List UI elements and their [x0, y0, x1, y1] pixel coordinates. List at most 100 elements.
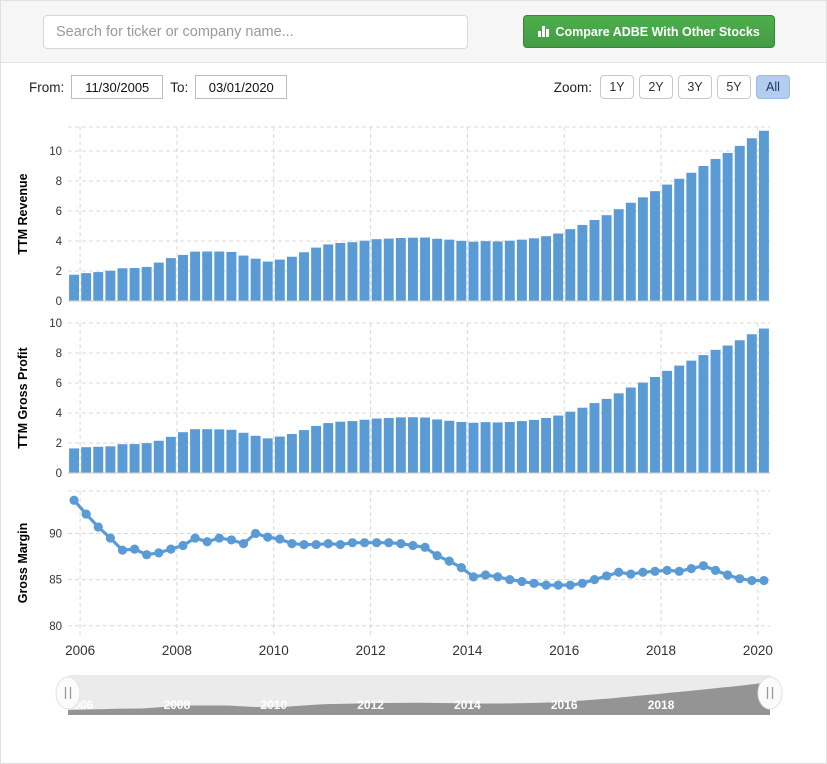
bar[interactable] — [516, 239, 527, 301]
bar[interactable] — [93, 446, 104, 473]
bar[interactable] — [758, 130, 769, 301]
bar[interactable] — [190, 429, 201, 473]
bar[interactable] — [69, 274, 80, 301]
bar[interactable] — [407, 237, 418, 301]
zoom-button-3y[interactable]: 3Y — [678, 75, 712, 99]
data-point[interactable] — [178, 540, 188, 551]
bar[interactable] — [238, 255, 249, 301]
bar[interactable] — [625, 387, 636, 474]
bar[interactable] — [214, 429, 225, 473]
bar[interactable] — [165, 258, 176, 301]
data-point[interactable] — [468, 572, 479, 582]
bar[interactable] — [746, 334, 757, 473]
bar[interactable] — [335, 421, 346, 473]
from-date-input[interactable] — [71, 75, 164, 99]
data-point[interactable] — [323, 539, 333, 549]
bar[interactable] — [274, 436, 285, 473]
bar[interactable] — [613, 209, 624, 301]
bar[interactable] — [165, 436, 176, 473]
bar[interactable] — [504, 240, 515, 301]
bar[interactable] — [710, 349, 721, 473]
data-point[interactable] — [565, 580, 575, 590]
bar[interactable] — [589, 220, 600, 301]
bar[interactable] — [93, 272, 104, 301]
data-point[interactable] — [747, 575, 757, 586]
bar[interactable] — [129, 444, 140, 473]
data-point[interactable] — [408, 540, 418, 551]
data-point[interactable] — [602, 571, 612, 581]
bar[interactable] — [456, 422, 467, 473]
bar[interactable] — [395, 417, 406, 473]
bar[interactable] — [468, 422, 479, 473]
bar[interactable] — [311, 425, 322, 473]
bar[interactable] — [323, 423, 334, 473]
bar[interactable] — [81, 447, 92, 473]
bar[interactable] — [299, 430, 309, 473]
bar[interactable] — [601, 398, 612, 473]
bar[interactable] — [81, 273, 92, 301]
bar[interactable] — [105, 446, 116, 473]
compare-stocks-button[interactable]: Compare ADBE With Other Stocks — [523, 15, 775, 48]
data-point[interactable] — [614, 567, 624, 577]
bar[interactable] — [710, 158, 721, 301]
zoom-button-1y[interactable]: 1Y — [600, 75, 634, 99]
data-point[interactable] — [275, 534, 285, 544]
bar[interactable] — [359, 419, 370, 473]
bar[interactable] — [444, 420, 455, 473]
bar[interactable] — [371, 239, 382, 301]
data-point[interactable] — [505, 575, 515, 585]
data-point[interactable] — [480, 570, 491, 580]
bar[interactable] — [202, 251, 213, 302]
data-point[interactable] — [710, 565, 721, 575]
data-point[interactable] — [347, 538, 358, 548]
data-point[interactable] — [650, 566, 660, 576]
bar[interactable] — [395, 238, 406, 301]
data-point[interactable] — [529, 578, 539, 588]
bar[interactable] — [746, 138, 757, 301]
bar[interactable] — [190, 251, 201, 301]
bar[interactable] — [105, 270, 116, 301]
bar[interactable] — [637, 197, 648, 301]
data-point[interactable] — [372, 538, 382, 548]
zoom-button-2y[interactable]: 2Y — [639, 75, 673, 99]
bar[interactable] — [637, 382, 648, 473]
bar[interactable] — [674, 365, 685, 473]
zoom-button-all[interactable]: All — [756, 75, 790, 99]
bar[interactable] — [178, 254, 188, 301]
range-handle-left[interactable] — [55, 676, 81, 710]
bar[interactable] — [516, 421, 527, 473]
bar[interactable] — [274, 259, 285, 301]
bar[interactable] — [650, 191, 660, 301]
data-point[interactable] — [698, 561, 709, 571]
gross-margin-chart[interactable]: 80 85 90 2006 2008 2010 2012 2014 2016 2018 2020 Gr… — [1, 481, 827, 667]
data-point[interactable] — [735, 574, 745, 584]
bar[interactable] — [250, 435, 261, 473]
to-date-input[interactable] — [195, 75, 288, 99]
bar[interactable] — [383, 417, 394, 473]
bar[interactable] — [686, 360, 697, 473]
bar[interactable] — [286, 434, 297, 473]
bar[interactable] — [480, 422, 491, 473]
bar[interactable] — [323, 244, 334, 301]
data-point[interactable] — [432, 551, 442, 561]
bar[interactable] — [625, 202, 636, 301]
bar[interactable] — [577, 407, 588, 473]
bar[interactable] — [650, 377, 660, 473]
bar[interactable] — [553, 233, 564, 302]
bar[interactable] — [117, 268, 128, 301]
data-point[interactable] — [541, 580, 551, 590]
search-input[interactable] — [43, 14, 468, 49]
data-point[interactable] — [105, 533, 115, 543]
bar[interactable] — [69, 448, 80, 473]
bar[interactable] — [129, 268, 140, 301]
bar[interactable] — [565, 229, 576, 301]
bar[interactable] — [577, 224, 588, 301]
bar[interactable] — [299, 252, 309, 301]
bar[interactable] — [420, 237, 431, 301]
bar[interactable] — [601, 215, 612, 301]
bar[interactable] — [734, 340, 745, 473]
bar[interactable] — [456, 240, 467, 301]
bar[interactable] — [662, 184, 673, 301]
data-point[interactable] — [117, 545, 128, 555]
data-point[interactable] — [214, 533, 224, 543]
